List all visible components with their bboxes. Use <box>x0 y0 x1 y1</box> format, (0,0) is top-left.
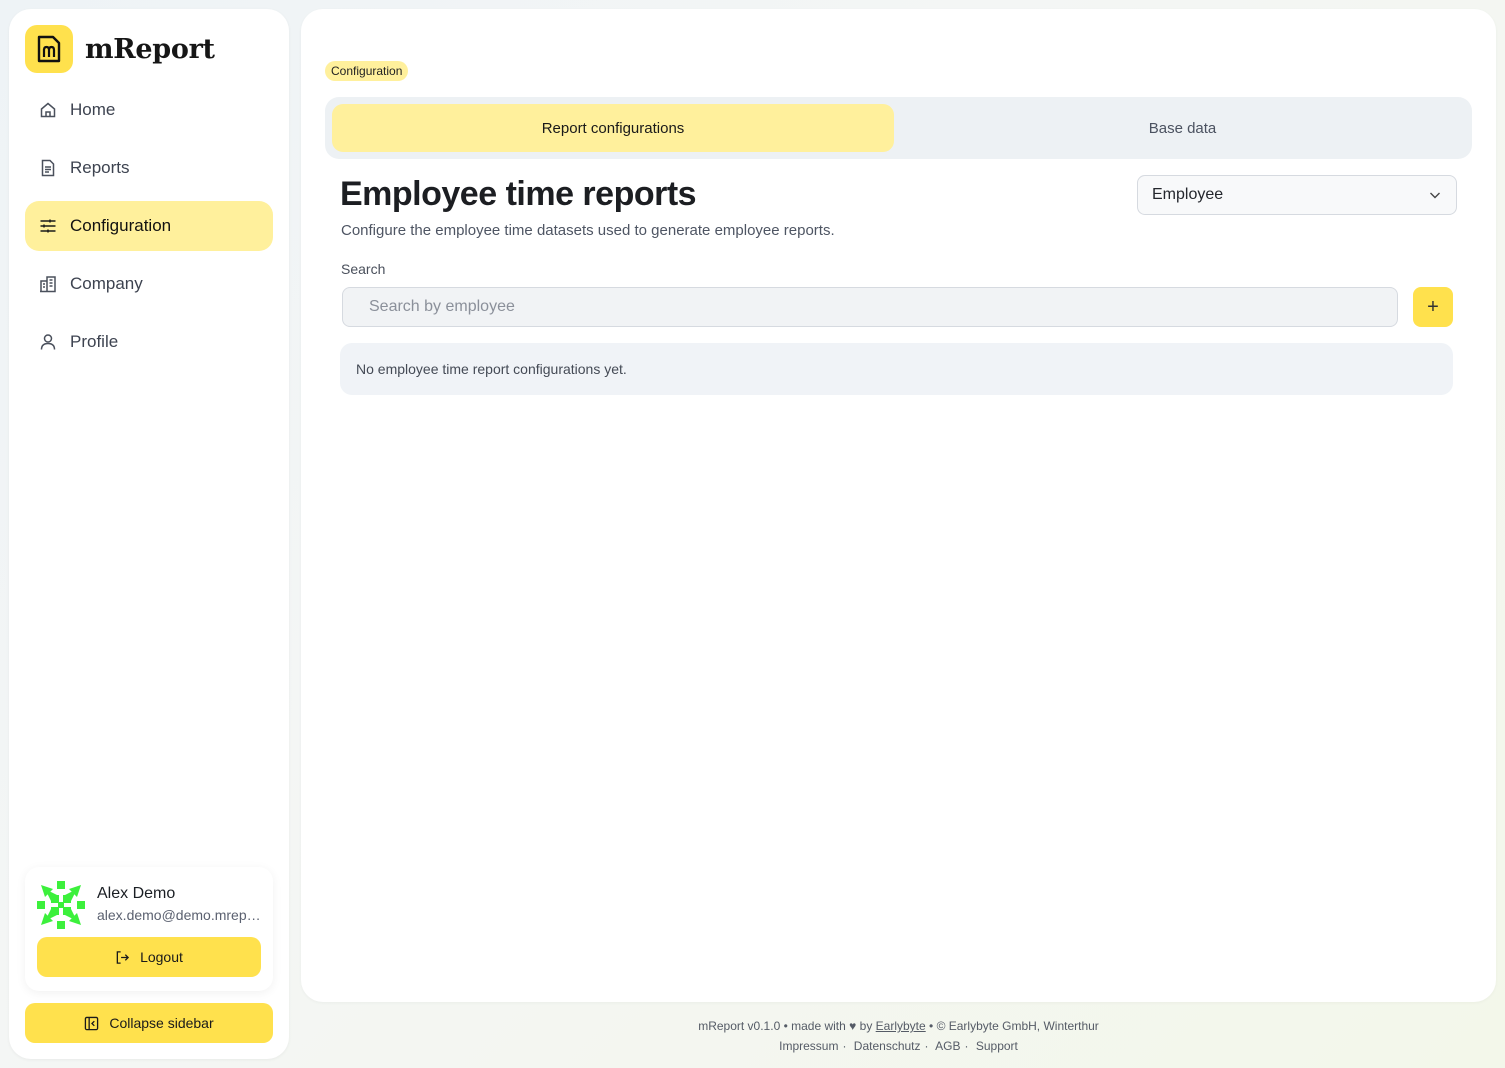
sidebar-item-home[interactable]: Home <box>25 85 273 135</box>
tab-report-configurations[interactable]: Report configurations <box>332 104 894 152</box>
sliders-icon <box>39 217 57 235</box>
logout-icon <box>115 950 130 965</box>
breadcrumb[interactable]: Configuration <box>325 61 409 81</box>
building-icon <box>39 275 57 293</box>
search-input[interactable] <box>342 287 1398 327</box>
footer-link-agb[interactable]: AGB <box>935 1039 960 1053</box>
sidebar-item-reports[interactable]: Reports <box>25 143 273 193</box>
footer-company-link[interactable]: Earlybyte <box>876 1019 926 1033</box>
chevron-down-icon <box>1428 188 1442 207</box>
sidebar-item-configuration[interactable]: Configuration <box>25 201 273 251</box>
footer-links: Impressum · Datenschutz · AGB · Support <box>779 1039 1018 1053</box>
empty-state-text: No employee time report configurations y… <box>356 361 627 377</box>
sidebar-item-label: Profile <box>70 332 119 351</box>
mreport-logo-icon <box>25 25 73 73</box>
logout-label: Logout <box>140 949 183 965</box>
sidebar-nav: Home Reports Configuration Company Profi… <box>25 85 273 375</box>
footer-copyright: © Earlybyte GmbH, Winterthur <box>936 1019 1099 1033</box>
collapse-sidebar-label: Collapse sidebar <box>109 1015 214 1031</box>
sidebar-collapse-icon <box>84 1016 99 1031</box>
report-type-select[interactable]: Employee <box>1137 175 1457 215</box>
footer-link-datenschutz[interactable]: Datenschutz <box>854 1039 921 1053</box>
home-icon <box>39 101 57 119</box>
logout-button[interactable]: Logout <box>37 937 261 977</box>
avatar[interactable] <box>37 881 85 929</box>
brand-name: mReport <box>85 33 215 65</box>
sidebar-item-label: Reports <box>70 158 130 177</box>
search-label: Search <box>341 261 386 277</box>
collapse-sidebar-button[interactable]: Collapse sidebar <box>25 1003 273 1043</box>
footer: mReport v0.1.0 • made with ♥ by Earlybyt… <box>301 1016 1496 1056</box>
sidebar-item-label: Configuration <box>70 216 172 235</box>
user-card: Alex Demo alex.demo@demo.mreport.ch Logo… <box>25 867 273 991</box>
footer-line: mReport v0.1.0 • made with ♥ by Earlybyt… <box>698 1019 1099 1033</box>
heart-icon: ♥ <box>849 1019 857 1033</box>
sidebar-item-label: Home <box>70 100 116 119</box>
sidebar-item-label: Company <box>70 274 143 293</box>
footer-version: mReport v0.1.0 <box>698 1019 781 1033</box>
page-subtitle: Configure the employee time datasets use… <box>341 222 835 239</box>
sidebar: mReport Home Reports Configuration Compa… <box>9 9 289 1059</box>
footer-by: by <box>859 1019 873 1033</box>
tab-bar: Report configurations Base data <box>325 97 1472 159</box>
footer-made-with: made with <box>791 1019 846 1033</box>
user-name: Alex Demo <box>97 885 176 902</box>
document-icon <box>39 159 57 177</box>
sidebar-item-company[interactable]: Company <box>25 259 273 309</box>
brand[interactable]: mReport <box>25 25 215 73</box>
add-configuration-button[interactable]: + <box>1413 287 1453 327</box>
footer-link-impressum[interactable]: Impressum <box>779 1039 838 1053</box>
report-type-select-value: Employee <box>1152 186 1224 203</box>
page-title: Employee time reports <box>340 175 697 213</box>
tab-base-data[interactable]: Base data <box>900 104 1465 152</box>
empty-state: No employee time report configurations y… <box>340 343 1453 395</box>
user-email: alex.demo@demo.mreport.ch <box>97 907 265 923</box>
sidebar-item-profile[interactable]: Profile <box>25 317 273 367</box>
user-icon <box>39 333 57 351</box>
footer-link-support[interactable]: Support <box>976 1039 1018 1053</box>
main-panel: Configuration Report configurations Base… <box>301 9 1496 1002</box>
